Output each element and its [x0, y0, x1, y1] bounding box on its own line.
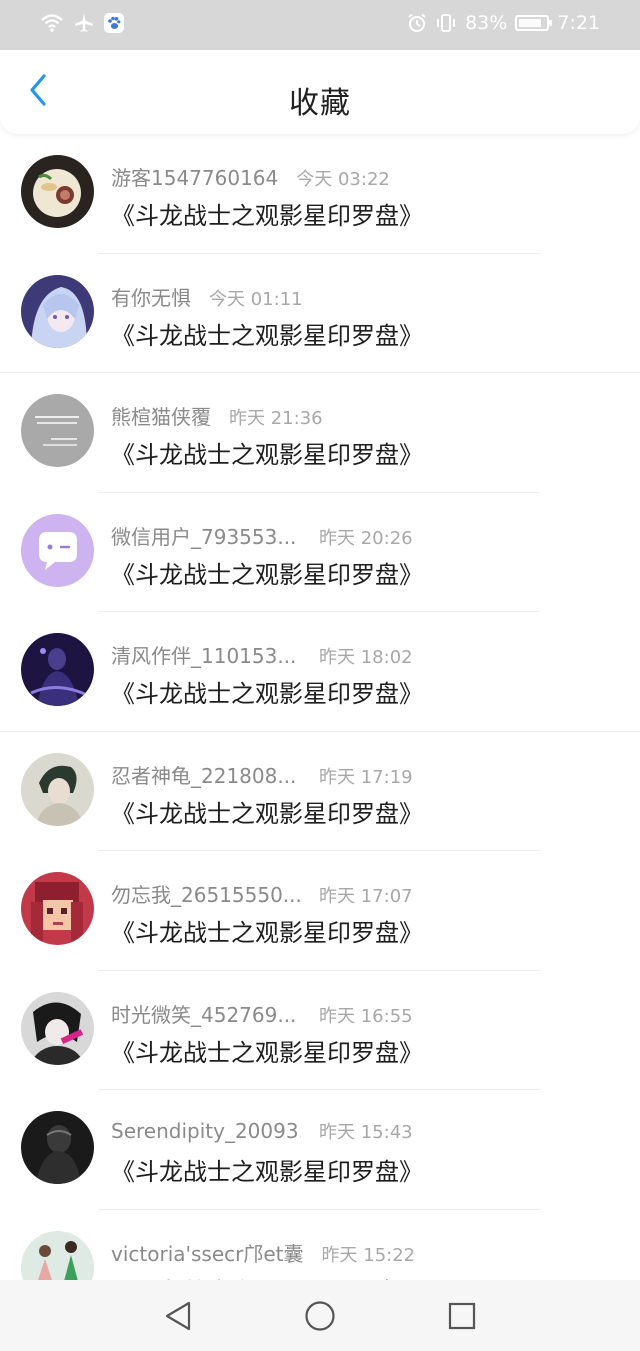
list-item[interactable]: 忍者神龟_221808... 昨天 17:19 《斗龙战士之观影星印罗盘》 [0, 732, 640, 851]
username[interactable]: 游客1547760164 [111, 162, 278, 191]
list-item[interactable]: victoria'ssecr邝et囊昨天 15:22 《斗龙战士之观影星印罗盘》 [0, 1210, 640, 1281]
timestamp: 今天 03:22 [296, 169, 390, 190]
battery-level-fill [519, 19, 542, 27]
back-triangle-icon [165, 1301, 191, 1331]
avatar[interactable] [21, 872, 94, 945]
item-meta: 勿忘我_26515550... 昨天 17:07 [111, 879, 413, 908]
timestamp: 昨天 21:36 [229, 408, 323, 429]
recents-square-icon [448, 1302, 476, 1330]
username[interactable]: 微信用户_793553... [111, 521, 301, 550]
wifi-icon [40, 13, 64, 33]
list-item[interactable]: 有你无惧 今天 01:11 《斗龙战士之观影星印罗盘》 [0, 254, 640, 373]
list-item[interactable]: Serendipity_20093... 昨天 15:43 《斗龙战士之观影星印罗盘… [0, 1090, 640, 1210]
username[interactable]: 有你无惧 [111, 282, 191, 311]
list-item[interactable]: 微信用户_793553... 昨天 20:26 《斗龙战士之观影星印罗盘》 [0, 493, 640, 612]
avatar[interactable] [21, 513, 94, 587]
timestamp: 昨天 20:26 [319, 527, 413, 549]
item-meta: 微信用户_793553... 昨天 20:26 [111, 521, 413, 550]
username[interactable]: 忍者神龟_221808... [111, 760, 301, 789]
battery-percent: 83% [465, 12, 508, 34]
username[interactable]: 熊楦猫侠覆 [111, 401, 211, 430]
favorites-list: 游客1547760164 今天 03:22 《斗龙战士之观影星印罗盘》 有你无惧 今天 … [0, 134, 640, 1280]
status-left-icons [40, 13, 124, 33]
favorite-title[interactable]: 《斗龙战士之观影星印罗盘》 [111, 794, 423, 829]
avatar[interactable] [21, 1111, 94, 1184]
system-nav-bar [0, 1280, 640, 1351]
username[interactable]: Serendipity_20093... [111, 1119, 301, 1143]
list-item[interactable]: 勿忘我_26515550... 昨天 17:07 《斗龙战士之观影星印罗盘》 [0, 851, 640, 971]
item-meta: 时光微笑_452769... 昨天 16:55 [111, 999, 413, 1028]
favorite-title[interactable]: 《斗龙战士之观影星印罗盘》 [111, 196, 423, 231]
item-meta: 清风作伴_110153... 昨天 18:02 [111, 640, 413, 669]
favorite-title[interactable]: 《斗龙战士之观影星印罗盘》 [111, 316, 423, 351]
app-header: 收藏 [0, 50, 640, 134]
status-right-icons: 83% 7:21 [407, 12, 600, 34]
home-circle-icon [305, 1301, 335, 1331]
item-meta: 有你无惧 今天 01:11 [111, 282, 303, 311]
avatar[interactable] [21, 1230, 94, 1280]
nav-recents-button[interactable] [442, 1296, 482, 1336]
username[interactable]: 清风作伴_110153... [111, 640, 301, 669]
favorite-title[interactable]: 《斗龙战士之观影星印罗盘》 [111, 1272, 423, 1281]
list-item[interactable]: 游客1547760164 今天 03:22 《斗龙战士之观影星印罗盘》 [0, 134, 640, 254]
list-item[interactable]: 熊楦猫侠覆 昨天 21:36 《斗龙战士之观影星印罗盘》 [0, 373, 640, 493]
page-title: 收藏 [289, 86, 351, 121]
timestamp: 昨天 17:07 [319, 886, 413, 907]
favorite-title[interactable]: 《斗龙战士之观影星印罗盘》 [111, 913, 423, 948]
item-meta: Serendipity_20093... 昨天 15:43 [111, 1118, 413, 1144]
list-item[interactable]: 时光微笑_452769... 昨天 16:55 《斗龙战士之观影星印罗盘》 [0, 971, 640, 1090]
favorite-title[interactable]: 《斗龙战士之观影星印罗盘》 [111, 674, 423, 709]
baidu-paw-icon [104, 13, 124, 33]
favorite-title[interactable]: 《斗龙战士之观影星印罗盘》 [111, 555, 423, 590]
favorite-title[interactable]: 《斗龙战士之观影星印罗盘》 [111, 1152, 423, 1187]
avatar[interactable] [21, 633, 94, 706]
vibrate-icon [435, 13, 457, 33]
list-item[interactable]: 清风作伴_110153... 昨天 18:02 《斗龙战士之观影星印罗盘》 [0, 612, 640, 732]
battery-icon [515, 15, 553, 31]
nav-back-button[interactable] [158, 1296, 198, 1336]
item-meta: 忍者神龟_221808... 昨天 17:19 [111, 760, 413, 789]
username[interactable]: victoria'ssecr邝et囊 [111, 1238, 304, 1267]
status-bar: 83% 7:21 [0, 0, 640, 50]
timestamp: 昨天 16:55 [319, 1005, 413, 1027]
timestamp: 昨天 15:43 [319, 1122, 413, 1143]
alarm-icon [407, 13, 427, 33]
item-meta: 游客1547760164 今天 03:22 [111, 162, 390, 191]
item-meta: victoria'ssecr邝et囊 昨天 15:22 [111, 1238, 415, 1267]
avatar[interactable] [21, 274, 94, 348]
favorite-title[interactable]: 《斗龙战士之观影星印罗盘》 [111, 435, 423, 470]
nav-home-button[interactable] [300, 1296, 340, 1336]
username[interactable]: 时光微笑_452769... [111, 999, 301, 1028]
item-meta: 熊楦猫侠覆 昨天 21:36 [111, 401, 323, 430]
airplane-icon [74, 13, 94, 33]
timestamp: 昨天 18:02 [319, 647, 413, 668]
avatar[interactable] [21, 752, 94, 826]
avatar[interactable] [21, 991, 94, 1065]
timestamp: 昨天 15:22 [321, 1244, 416, 1266]
username[interactable]: 勿忘我_26515550... [111, 879, 301, 908]
avatar[interactable] [21, 155, 94, 228]
timestamp: 昨天 17:19 [319, 766, 413, 788]
favorite-title[interactable]: 《斗龙战士之观影星印罗盘》 [111, 1033, 423, 1068]
timestamp: 今天 01:11 [209, 288, 303, 310]
avatar[interactable] [21, 394, 94, 467]
clock: 7:21 [557, 12, 600, 34]
